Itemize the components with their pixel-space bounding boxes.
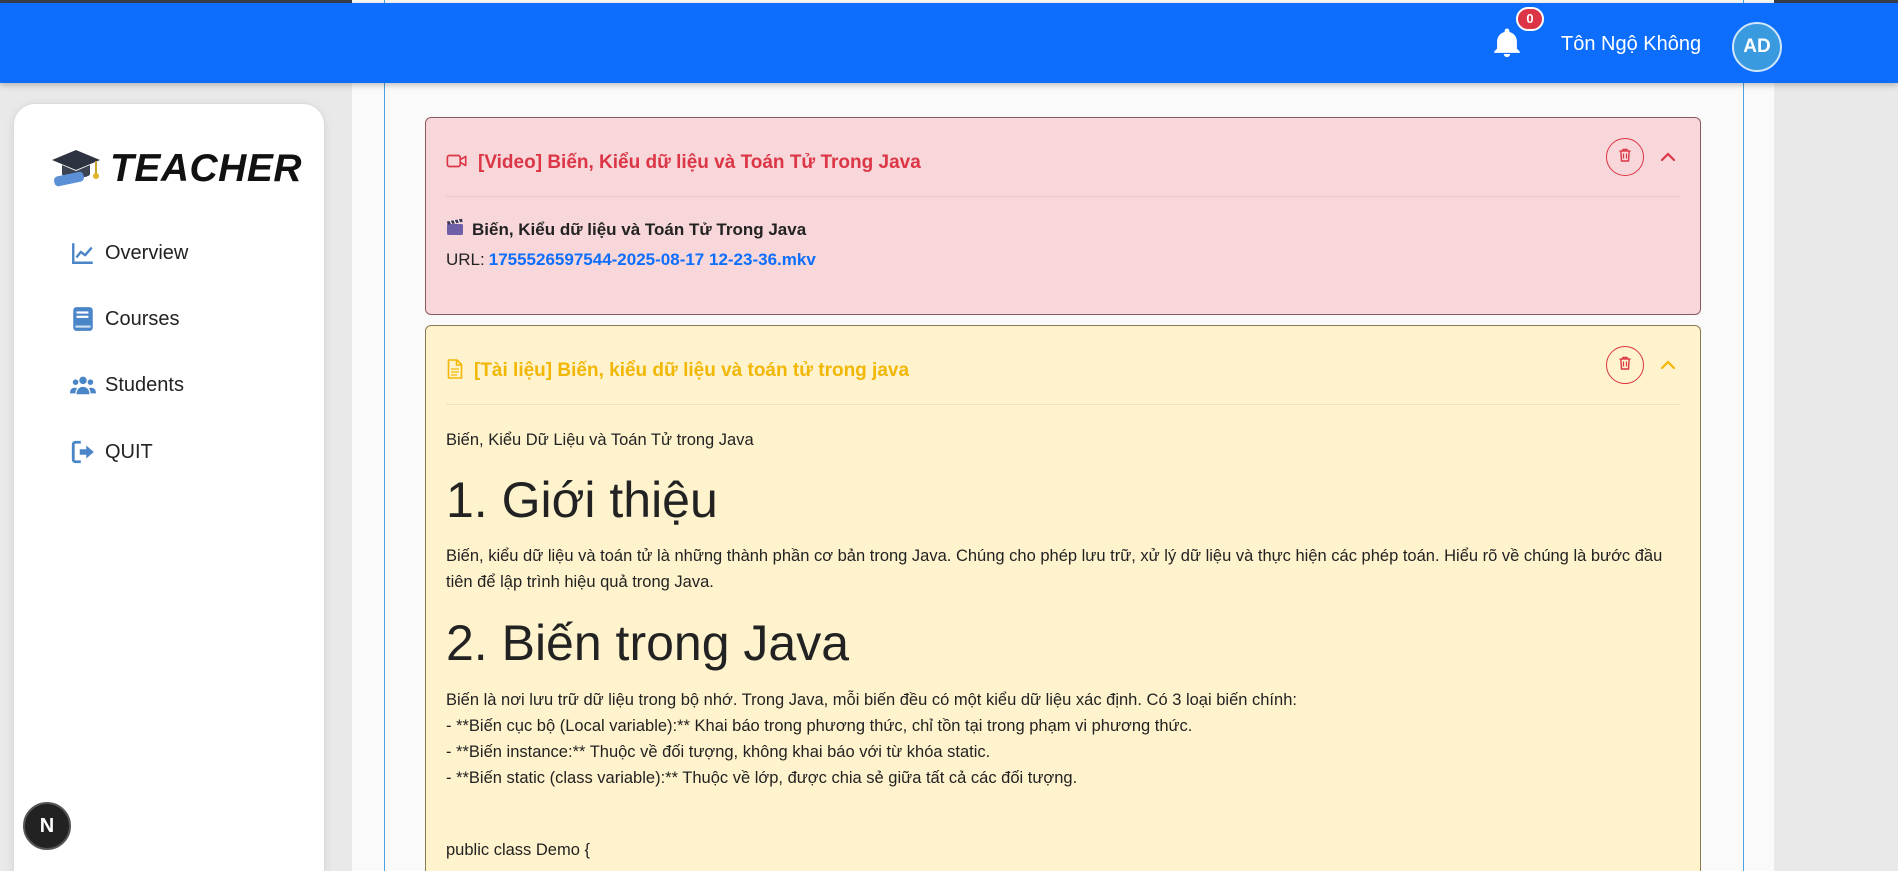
document-content: Biến, Kiểu Dữ Liệu và Toán Tử trong Java… (446, 428, 1682, 863)
list-item: - **Biến instance:** Thuộc về đối tượng,… (446, 743, 991, 761)
sidebar: TEACHER Overview Courses Students QUIT (13, 103, 325, 871)
sidebar-item-label: QUIT (105, 440, 153, 463)
brand-title: TEACHER (110, 146, 303, 190)
user-name[interactable]: Tôn Ngộ Không (1561, 33, 1701, 56)
url-label: URL: (446, 250, 485, 269)
nextjs-dev-badge[interactable]: N (23, 802, 71, 850)
chart-line-icon (70, 240, 96, 266)
sign-out-icon (70, 439, 96, 465)
file-text-icon (446, 358, 464, 384)
list-item: - **Biến static (class variable):** Thuộ… (446, 769, 1078, 787)
bell-icon[interactable] (1490, 25, 1524, 61)
trash-icon (1617, 147, 1633, 168)
video-url-link[interactable]: 1755526597544-2025-08-17 12-23-36.mkv (489, 250, 816, 269)
users-icon (70, 372, 96, 398)
notification-count-badge: 0 (1516, 7, 1544, 31)
video-card-header[interactable]: [Video] Biến, Kiểu dữ liệu và Toán Tử Tr… (446, 138, 1680, 188)
video-url-row: URL: 1755526597544-2025-08-17 12-23-36.mk… (446, 250, 816, 270)
document-card-title: [Tài liệu] Biến, kiểu dữ liệu và toán tử… (474, 360, 910, 381)
sidebar-item-quit[interactable]: QUIT (70, 432, 153, 472)
graduation-cap-icon (50, 144, 102, 193)
trash-icon (1617, 355, 1633, 376)
delete-document-button[interactable] (1606, 346, 1644, 384)
top-navbar: 0 Tôn Ngộ Không AD (0, 3, 1898, 83)
divider (446, 404, 1680, 405)
section-heading-2: 2. Biến trong Java (446, 615, 850, 671)
document-lesson-card: [Tài liệu] Biến, kiểu dữ liệu và toán tử… (425, 325, 1701, 871)
code-snippet-line: public class Demo { (446, 841, 590, 859)
list-item: - **Biến cục bộ (Local variable):** Khai… (446, 717, 1193, 735)
avatar[interactable]: AD (1732, 22, 1782, 72)
sidebar-item-overview[interactable]: Overview (70, 233, 188, 273)
sidebar-item-courses[interactable]: Courses (70, 299, 179, 339)
sidebar-item-students[interactable]: Students (70, 365, 184, 405)
video-card-title: [Video] Biến, Kiểu dữ liệu và Toán Tử Tr… (478, 152, 921, 173)
sidebar-item-label: Overview (105, 241, 189, 264)
section-heading-1: 1. Giới thiệu (446, 472, 718, 528)
brand: TEACHER (50, 144, 302, 193)
chevron-up-icon[interactable] (1658, 355, 1678, 375)
video-camera-icon (446, 152, 468, 175)
video-name: Biến, Kiểu dữ liệu và Toán Tử Trong Java (446, 218, 806, 241)
delete-video-button[interactable] (1606, 138, 1644, 176)
sidebar-item-label: Students (105, 373, 184, 396)
video-lesson-card: [Video] Biến, Kiểu dữ liệu và Toán Tử Tr… (425, 117, 1701, 315)
section-paragraph-1: Biến, kiểu dữ liệu và toán tử là những t… (446, 547, 1663, 591)
sidebar-item-label: Courses (105, 307, 180, 330)
document-card-header[interactable]: [Tài liệu] Biến, kiểu dữ liệu và toán tử… (446, 346, 1680, 396)
divider (446, 196, 1680, 197)
clapperboard-icon (446, 218, 464, 241)
chevron-up-icon[interactable] (1658, 147, 1678, 167)
video-name-text: Biến, Kiểu dữ liệu và Toán Tử Trong Java (472, 219, 807, 239)
list-item: Biến là nơi lưu trữ dữ liệu trong bộ nhớ… (446, 691, 1297, 709)
book-icon (70, 306, 96, 332)
variables-list: Biến là nơi lưu trữ dữ liệu trong bộ nhớ… (446, 687, 1682, 791)
document-intro: Biến, Kiểu Dữ Liệu và Toán Tử trong Java (446, 431, 754, 449)
